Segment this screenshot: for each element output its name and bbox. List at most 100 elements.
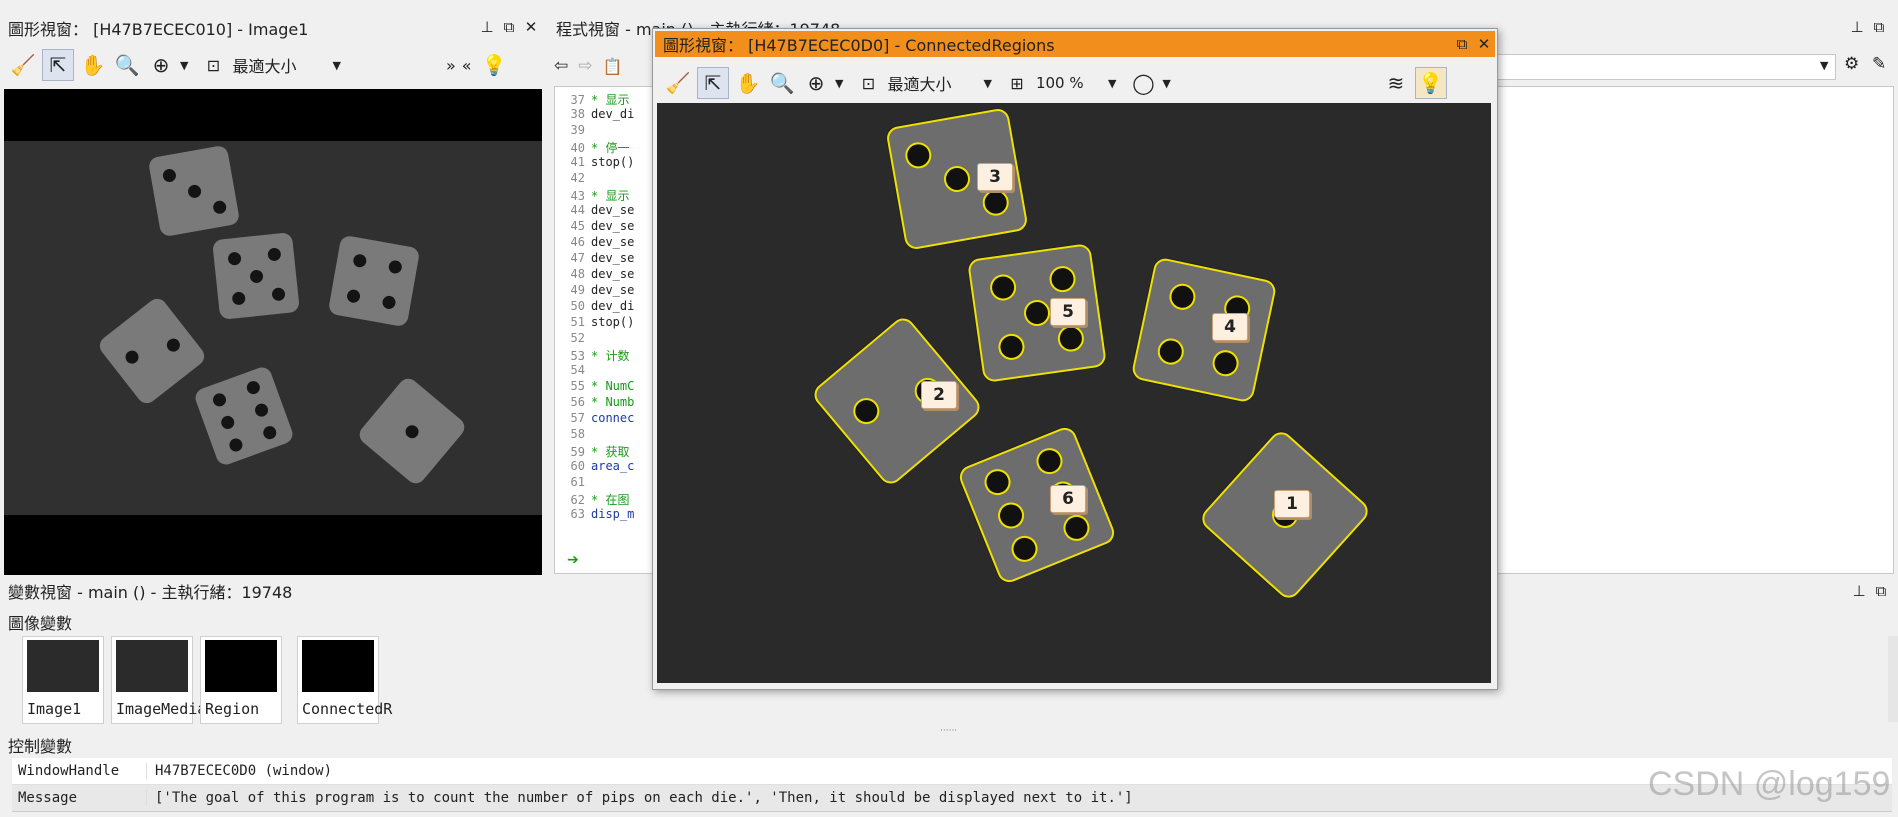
splitter-handle[interactable]: ······ — [940, 726, 957, 736]
code-line[interactable]: 58 — [555, 427, 634, 443]
control-row[interactable]: WindowHandle H47B7ECEC0D0 (window) — [12, 758, 1892, 785]
thumb-region[interactable]: Region — [200, 636, 282, 724]
left-image-canvas[interactable] — [4, 89, 542, 575]
code-line[interactable]: 59 * 获取 — [555, 443, 634, 459]
code-line[interactable]: 53 * 计数 — [555, 347, 634, 363]
code-line[interactable]: 42 — [555, 171, 634, 187]
code-line[interactable]: 45 dev_se — [555, 219, 635, 235]
dice-photo-pip — [161, 168, 177, 184]
clipboard-icon[interactable]: 📋 — [603, 57, 623, 76]
thumb-region-label: Region — [205, 700, 260, 718]
zoom-percent-label[interactable]: 100 % — [1036, 74, 1108, 92]
fit-dropdown-icon[interactable]: ▼ — [983, 77, 991, 90]
zoom-in-icon[interactable]: ⊕ — [801, 68, 831, 98]
draw-region-dropdown-icon[interactable]: ▼ — [1162, 77, 1170, 90]
die-region — [956, 424, 1118, 586]
pin-icon[interactable]: ⊥ — [1848, 18, 1866, 36]
code-line[interactable]: 60 area_c — [555, 459, 635, 475]
thumb-image1[interactable]: Image1 — [22, 636, 104, 724]
code-line[interactable]: 38 dev_di — [555, 107, 635, 123]
code-line[interactable]: 39 — [555, 123, 634, 139]
brush-icon[interactable]: 🧹 — [8, 50, 38, 80]
fit-dropdown-icon[interactable]: ▼ — [332, 59, 340, 72]
procedure-dropdown[interactable] — [1488, 54, 1836, 80]
code-line[interactable]: 47 dev_se — [555, 251, 635, 267]
code-line[interactable]: 50 dev_di — [555, 299, 635, 315]
thumb-image1-label: Image1 — [27, 700, 82, 718]
thumb-connectedregions[interactable]: ConnectedR — [297, 636, 392, 724]
connected-regions-canvas[interactable]: 3 5 4 2 6 1 — [657, 103, 1491, 683]
left-window-titlebar[interactable]: 圖形視窗： [H47B7ECEC010] - Image1 — [0, 14, 543, 42]
layers-icon[interactable]: ≋ — [1381, 68, 1411, 98]
zoom-percent-dropdown-icon[interactable]: ▼ — [1108, 77, 1116, 90]
code-line[interactable]: 52 — [555, 331, 634, 347]
thumb-connectedregions-label: ConnectedR — [302, 700, 393, 718]
code-line[interactable]: 54 — [555, 363, 634, 379]
proc-edit-icon[interactable]: ✎ — [1872, 54, 1886, 74]
code-line[interactable]: 55 * NumC — [555, 379, 635, 395]
code-line[interactable]: 63 disp_m — [555, 507, 635, 523]
line-number: 45 — [570, 219, 585, 233]
line-number: 62 — [570, 493, 585, 507]
close-icon[interactable]: ✕ — [1475, 35, 1493, 53]
code-line[interactable]: 61 — [555, 475, 634, 491]
draw-region-icon[interactable]: ◯ — [1128, 68, 1158, 98]
zoom-percent-icon[interactable]: ⊞ — [1002, 68, 1032, 98]
thumb-region-preview — [205, 640, 277, 692]
float-zoom-label[interactable]: 最適大小 — [887, 71, 983, 95]
procedure-dropdown-icon[interactable]: ▼ — [1820, 59, 1828, 72]
restore-icon[interactable]: ⧉ — [500, 18, 518, 36]
restore-icon[interactable]: ⧉ — [1872, 582, 1890, 600]
pointer-icon[interactable]: ⇱ — [42, 49, 74, 81]
zoom-dropdown-icon[interactable]: ▼ — [180, 59, 188, 72]
thumb-imagemedian[interactable]: ImageMedia — [111, 636, 206, 724]
code-line[interactable]: 49 dev_se — [555, 283, 635, 299]
brush-icon[interactable]: 🧹 — [663, 68, 693, 98]
code-line[interactable]: 48 dev_se — [555, 267, 635, 283]
collapse-icon[interactable]: « — [462, 56, 472, 75]
expand-icon[interactable]: » — [446, 56, 456, 75]
dice-photo-pip — [271, 287, 286, 302]
lightbulb-icon[interactable]: 💡 — [482, 53, 507, 77]
code-line[interactable]: 41 stop() — [555, 155, 635, 171]
hand-icon[interactable]: ✋ — [78, 50, 108, 80]
proc-settings-icon[interactable]: ⚙ — [1844, 54, 1859, 74]
zoom-dropdown-icon[interactable]: ▼ — [835, 77, 843, 90]
pip-count-label: 3 — [977, 163, 1013, 191]
fit-icon[interactable]: ⊡ — [853, 68, 883, 98]
pin-icon[interactable]: ⊥ — [1850, 582, 1868, 600]
line-number: 42 — [570, 171, 585, 185]
pointer-icon[interactable]: ⇱ — [697, 67, 729, 99]
restore-icon[interactable]: ⧉ — [1453, 35, 1471, 53]
pip-count-label: 4 — [1212, 313, 1248, 341]
dice-photo-pip — [122, 347, 142, 367]
magnifier-icon[interactable]: 🔍 — [767, 68, 797, 98]
image-vars-scrollbar[interactable] — [1888, 636, 1898, 722]
control-row[interactable]: Message ['The goal of this program is to… — [12, 785, 1892, 812]
back-icon[interactable]: ⇦ — [554, 56, 568, 76]
code-line[interactable]: 62 * 在图 — [555, 491, 634, 507]
left-zoom-label[interactable]: 最適大小 — [232, 53, 332, 77]
line-text: stop() — [591, 155, 635, 169]
line-number: 52 — [570, 331, 585, 345]
restore-icon[interactable]: ⧉ — [1870, 18, 1888, 36]
connected-regions-titlebar[interactable]: 圖形視窗： [H47B7ECEC0D0] - ConnectedRegions — [655, 31, 1495, 57]
close-icon[interactable]: ✕ — [522, 18, 540, 36]
code-line[interactable]: 40 * 停一 — [555, 139, 634, 155]
magnifier-icon[interactable]: 🔍 — [112, 50, 142, 80]
lightbulb-icon[interactable]: 💡 — [1414, 67, 1447, 99]
code-line[interactable]: 57 connec — [555, 411, 635, 427]
code-line[interactable]: 43 * 显示 — [555, 187, 634, 203]
forward-icon[interactable]: ⇨ — [578, 56, 592, 76]
code-line[interactable]: 46 dev_se — [555, 235, 635, 251]
fit-icon[interactable]: ⊡ — [198, 50, 228, 80]
zoom-in-icon[interactable]: ⊕ — [146, 50, 176, 80]
code-line[interactable]: 51 stop() — [555, 315, 635, 331]
line-text: dev_se — [591, 267, 635, 281]
line-text: * 计数 — [591, 349, 630, 363]
code-line[interactable]: 56 * Numb — [555, 395, 635, 411]
hand-icon[interactable]: ✋ — [733, 68, 763, 98]
pin-icon[interactable]: ⊥ — [478, 18, 496, 36]
code-line[interactable]: 37 * 显示 — [555, 91, 634, 107]
code-line[interactable]: 44 dev_se — [555, 203, 635, 219]
